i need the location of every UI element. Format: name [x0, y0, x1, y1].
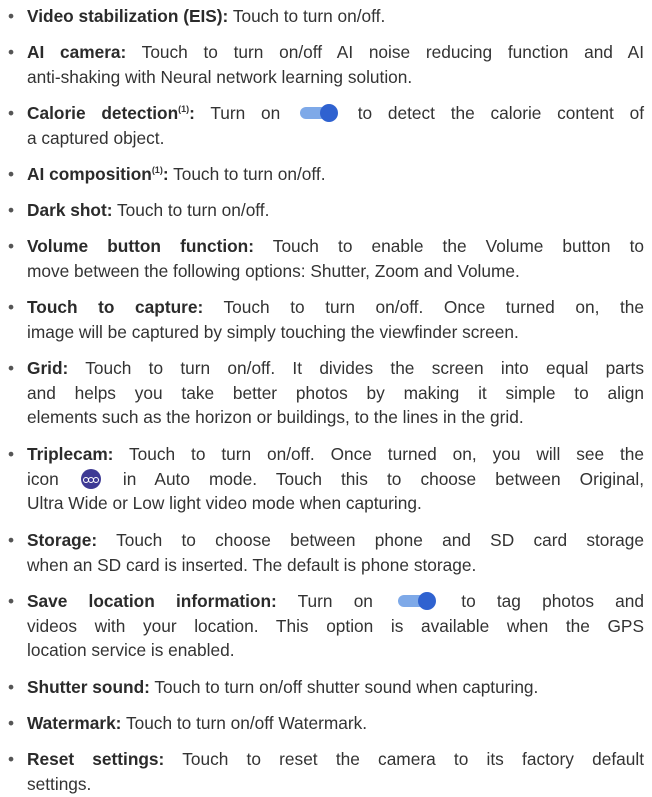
list-item-shutter-sound: • Shutter sound: Touch to turn on/off sh… [8, 675, 644, 700]
bullet: • [8, 42, 15, 62]
item-text: Touch to turn on/off. It divides the scr… [68, 358, 644, 378]
item-text: Turn on [194, 103, 296, 123]
list-item-dark-shot: • Dark shot: Touch to turn on/off. [8, 198, 644, 223]
item-label: Shutter sound: [27, 677, 150, 697]
toggle-on-icon [398, 592, 437, 610]
item-text: Touch to turn on/off. [168, 164, 326, 184]
list-item-triplecam: • Triplecam: Touch to turn on/off. Once … [8, 442, 644, 516]
item-label: Calorie detection [27, 103, 179, 123]
item-text: location service is enabled. [27, 640, 235, 661]
item-label: Storage: [27, 530, 98, 550]
toggle-on-icon [299, 104, 338, 122]
list-item-watermark: • Watermark: Touch to turn on/off Waterm… [8, 711, 644, 736]
item-text: to detect the calorie content of [341, 103, 645, 123]
bullet: • [8, 358, 15, 378]
item-text: Turn on [276, 591, 395, 611]
list-item-ai-camera: • AI camera: Touch to turn on/off AI noi… [8, 40, 644, 89]
item-text: settings. [27, 773, 92, 794]
item-label: Grid: [27, 358, 69, 378]
item-label: AI camera: [27, 42, 127, 62]
list-item-ai-composition: • AI composition(1): Touch to turn on/of… [8, 162, 644, 187]
item-text: Touch to turn on/off AI noise reducing f… [126, 42, 644, 62]
list-item-touch-to-capture: • Touch to capture: Touch to turn on/off… [8, 295, 644, 344]
bullet: • [8, 591, 15, 611]
item-text: a captured object. [27, 127, 165, 148]
item-text: Touch to turn on/off. Once turned on, yo… [113, 444, 644, 464]
item-label: Save location information: [27, 591, 277, 611]
item-text: Touch to turn on/off. [112, 200, 270, 220]
list-item-video-stabilization: • Video stabilization (EIS): Touch to tu… [8, 4, 644, 29]
list-item-storage: • Storage: Touch to choose between phone… [8, 528, 644, 577]
triplecam-icon [80, 468, 101, 489]
list-item-save-location: • Save location information: Turn on to … [8, 589, 644, 663]
bullet: • [8, 297, 15, 317]
item-text: in Auto mode. Touch this to choose betwe… [103, 468, 644, 489]
item-text: and helps you take better photos by maki… [27, 382, 644, 403]
item-text: when an SD card is inserted. The default… [27, 554, 477, 575]
item-label: Triplecam: [27, 444, 114, 464]
item-text: Touch to turn on/off. Once turned on, th… [203, 297, 644, 317]
bullet: • [8, 713, 15, 733]
bullet: • [8, 6, 15, 26]
list-item-volume-button-function: • Volume button function: Touch to enabl… [8, 234, 644, 283]
bullet: • [8, 200, 15, 220]
item-text: Touch to turn on/off Watermark. [121, 713, 368, 733]
item-label: Video stabilization (EIS): [27, 6, 229, 26]
item-label: Touch to capture: [27, 297, 204, 317]
item-text: videos with your location. This option i… [27, 615, 644, 636]
bullet: • [8, 236, 15, 256]
list-item-calorie-detection: • Calorie detection(1): Turn on to detec… [8, 101, 644, 150]
item-label: Reset settings: [27, 749, 165, 769]
item-text: move between the following options: Shut… [27, 260, 520, 281]
item-label: Volume button function: [27, 236, 254, 256]
item-label: AI composition [27, 164, 152, 184]
bullet: • [8, 103, 15, 123]
item-text: Ultra Wide or Low light video mode when … [27, 493, 422, 514]
item-text: icon [27, 468, 78, 489]
item-text: Touch to turn on/off shutter sound when … [149, 677, 539, 697]
item-text: image will be captured by simply touchin… [27, 321, 519, 342]
bullet: • [8, 164, 15, 184]
item-text: elements such as the horizon or building… [27, 407, 524, 428]
footnote-marker: (1) [151, 165, 163, 175]
bullet: • [8, 444, 15, 464]
bullet: • [8, 530, 15, 550]
list-item-grid: • Grid: Touch to turn on/off. It divides… [8, 356, 644, 430]
item-text: to tag photos and [440, 591, 644, 611]
item-text: anti-shaking with Neural network learnin… [27, 66, 413, 87]
bullet: • [8, 749, 15, 769]
item-label: Watermark: [27, 713, 122, 733]
item-text: Touch to reset the camera to its factory… [164, 749, 644, 769]
bullet: • [8, 677, 15, 697]
item-label: Dark shot: [27, 200, 113, 220]
list-item-reset-settings: • Reset settings: Touch to reset the cam… [8, 747, 644, 796]
footnote-marker: (1) [178, 104, 190, 114]
item-text: Touch to choose between phone and SD car… [97, 530, 644, 550]
item-text: Touch to turn on/off. [228, 6, 386, 26]
item-text: Touch to enable the Volume button to [254, 236, 645, 256]
